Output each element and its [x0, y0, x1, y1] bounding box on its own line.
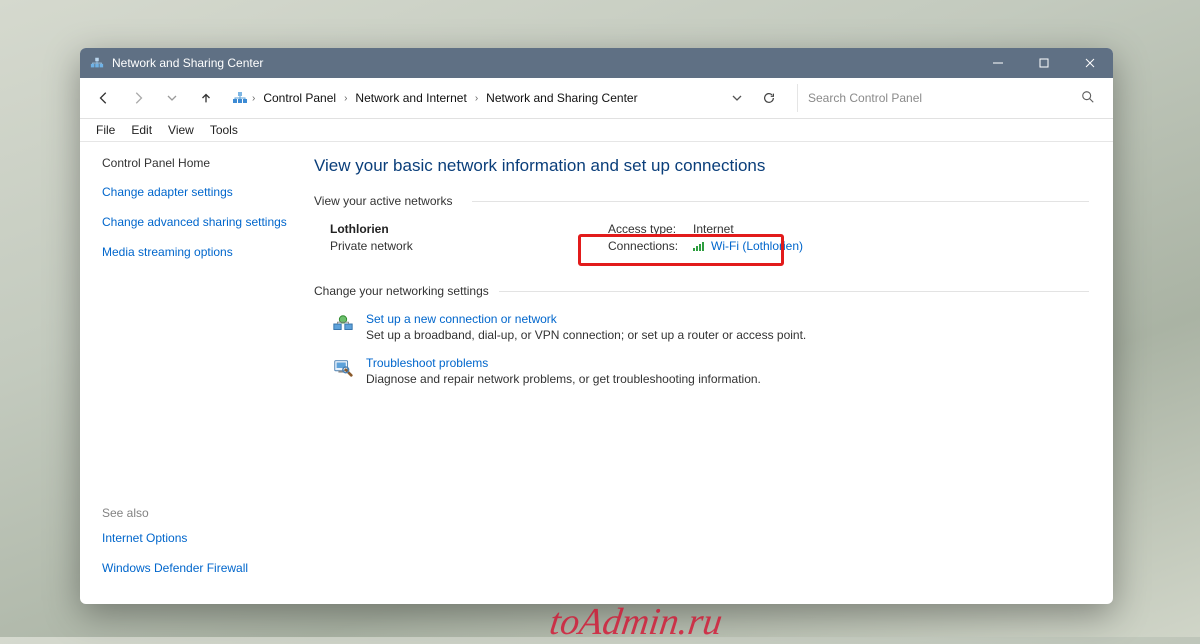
back-button[interactable]: [90, 84, 118, 112]
recent-dropdown[interactable]: [158, 84, 186, 112]
wifi-signal-icon: [693, 240, 707, 252]
menu-tools[interactable]: Tools: [202, 122, 246, 138]
forward-button[interactable]: [124, 84, 152, 112]
page-heading: View your basic network information and …: [314, 156, 1089, 176]
search-icon[interactable]: [1081, 90, 1095, 104]
active-network-row: Lothlorien Private network Access type: …: [330, 222, 1089, 256]
sidebar-home[interactable]: Control Panel Home: [102, 156, 294, 170]
network-type: Private network: [330, 239, 590, 253]
sidebar-seealso-link[interactable]: Windows Defender Firewall: [102, 560, 294, 576]
nav-row: › Control Panel › Network and Internet ›…: [80, 78, 1113, 119]
task-item: Troubleshoot problems Diagnose and repai…: [332, 356, 1089, 386]
menu-file[interactable]: File: [88, 122, 123, 138]
titlebar: Network and Sharing Center: [80, 48, 1113, 78]
up-button[interactable]: [192, 84, 220, 112]
task-link[interactable]: Troubleshoot problems: [366, 356, 488, 370]
body: Control Panel Home Change adapter settin…: [80, 142, 1113, 604]
connection-link[interactable]: Wi-Fi (Lothlorien): [711, 239, 803, 253]
sidebar-link[interactable]: Media streaming options: [102, 244, 294, 260]
refresh-button[interactable]: [755, 84, 783, 112]
search-input[interactable]: [798, 85, 1103, 111]
connections-label: Connections:: [608, 239, 693, 253]
address-dropdown[interactable]: [723, 84, 751, 112]
window: Network and Sharing Center › Control Pan…: [80, 48, 1113, 604]
search-box[interactable]: [797, 84, 1103, 112]
chevron-right-icon: ›: [475, 93, 478, 104]
content: View your basic network information and …: [306, 142, 1113, 604]
task-item: Set up a new connection or network Set u…: [332, 312, 1089, 342]
address-bar[interactable]: › Control Panel › Network and Internet ›…: [226, 84, 791, 112]
close-button[interactable]: [1067, 48, 1113, 78]
new-connection-icon: [332, 313, 354, 335]
address-icon: [232, 90, 248, 106]
active-networks-label: View your active networks: [314, 194, 1089, 208]
breadcrumb-item[interactable]: Control Panel: [259, 89, 340, 107]
task-desc: Set up a broadband, dial-up, or VPN conn…: [366, 328, 806, 342]
see-also-label: See also: [102, 506, 294, 520]
watermark: toAdmin.ru: [547, 600, 725, 644]
menu-view[interactable]: View: [160, 122, 202, 138]
troubleshoot-icon: [332, 357, 354, 379]
change-settings-label: Change your networking settings: [314, 284, 1089, 298]
breadcrumb-item[interactable]: Network and Internet: [351, 89, 470, 107]
sidebar-link[interactable]: Change adapter settings: [102, 184, 294, 200]
chevron-right-icon: ›: [344, 93, 347, 104]
network-name: Lothlorien: [330, 222, 590, 236]
breadcrumb-item[interactable]: Network and Sharing Center: [482, 89, 641, 107]
chevron-right-icon: ›: [252, 93, 255, 104]
sidebar-seealso-link[interactable]: Internet Options: [102, 530, 294, 546]
task-desc: Diagnose and repair network problems, or…: [366, 372, 761, 386]
window-title: Network and Sharing Center: [112, 56, 263, 70]
minimize-button[interactable]: [975, 48, 1021, 78]
sidebar-link[interactable]: Change advanced sharing settings: [102, 214, 294, 230]
menu-bar: File Edit View Tools: [80, 119, 1113, 142]
access-type-value: Internet: [693, 222, 734, 236]
app-icon: [90, 56, 104, 70]
access-type-label: Access type:: [608, 222, 693, 236]
sidebar: Control Panel Home Change adapter settin…: [80, 142, 306, 604]
task-link[interactable]: Set up a new connection or network: [366, 312, 557, 326]
maximize-button[interactable]: [1021, 48, 1067, 78]
menu-edit[interactable]: Edit: [123, 122, 160, 138]
